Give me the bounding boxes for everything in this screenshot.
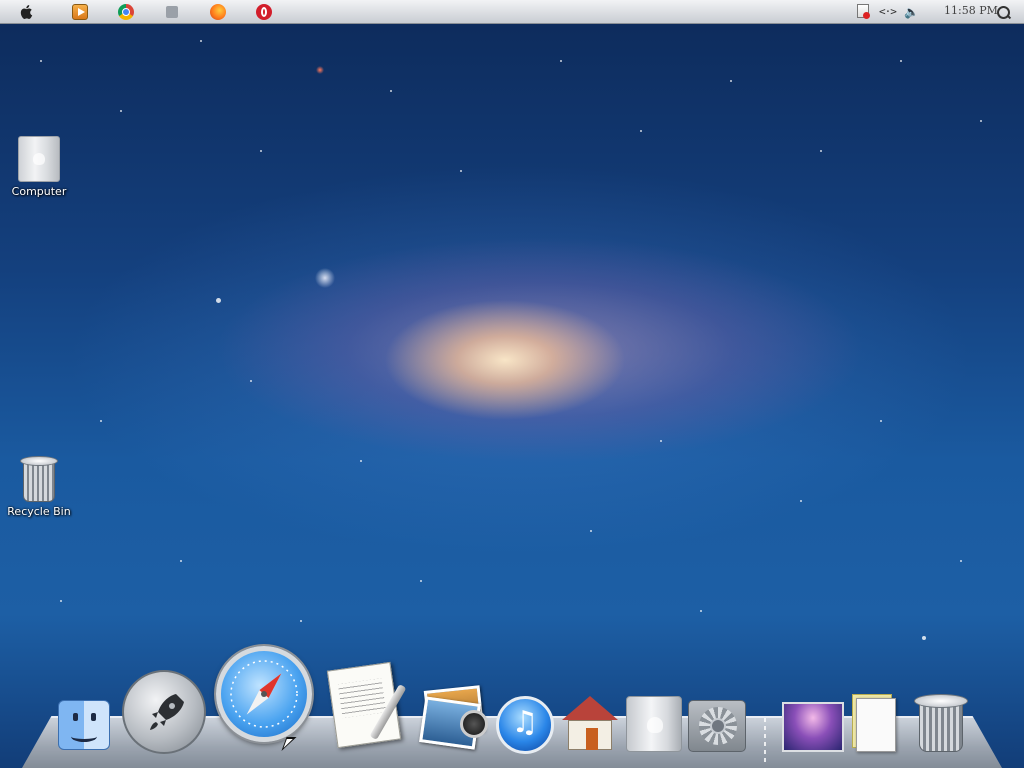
recycle-bin-icon <box>20 456 58 502</box>
chrome-icon[interactable] <box>118 4 134 20</box>
desktop-icon-label: Recycle Bin <box>7 505 71 518</box>
desktop-icon-computer[interactable]: Computer <box>4 136 74 198</box>
opera-icon[interactable] <box>256 4 272 20</box>
trash-icon[interactable] <box>914 694 968 754</box>
home-folder-icon[interactable] <box>562 694 618 754</box>
stack-wallpaper-icon[interactable] <box>782 702 844 752</box>
documents-icon[interactable] <box>852 694 900 754</box>
spotlight-search-icon[interactable] <box>997 6 1010 19</box>
network-icon[interactable]: <·> <box>879 3 897 21</box>
desktop-icon-label: Computer <box>11 185 67 198</box>
menu-bar: <·> 🔈 11:58 PM <box>0 0 1024 24</box>
dock-separator <box>764 718 766 766</box>
photo-booth-icon[interactable] <box>419 685 490 750</box>
mac-pro-icon[interactable] <box>626 696 682 752</box>
apple-logo-icon[interactable] <box>18 3 36 21</box>
system-preferences-icon[interactable] <box>688 700 746 752</box>
media-player-icon[interactable] <box>72 4 88 20</box>
calendar-icon[interactable] <box>166 6 178 18</box>
itunes-icon[interactable]: ♫ <box>496 696 554 754</box>
itunes-note-glyph: ♫ <box>511 705 539 740</box>
clock[interactable]: 11:58 PM <box>944 4 998 17</box>
finder-icon[interactable] <box>58 700 110 750</box>
desktop-icon-recycle-bin[interactable]: Recycle Bin <box>4 456 74 518</box>
safari-icon[interactable] <box>216 646 312 742</box>
launchpad-icon[interactable] <box>122 670 206 754</box>
action-center-flag-icon[interactable] <box>857 4 870 19</box>
firefox-icon[interactable] <box>210 4 226 20</box>
computer-icon <box>18 136 60 182</box>
volume-icon[interactable]: 🔈 <box>904 3 919 21</box>
textedit-icon[interactable] <box>326 660 410 749</box>
